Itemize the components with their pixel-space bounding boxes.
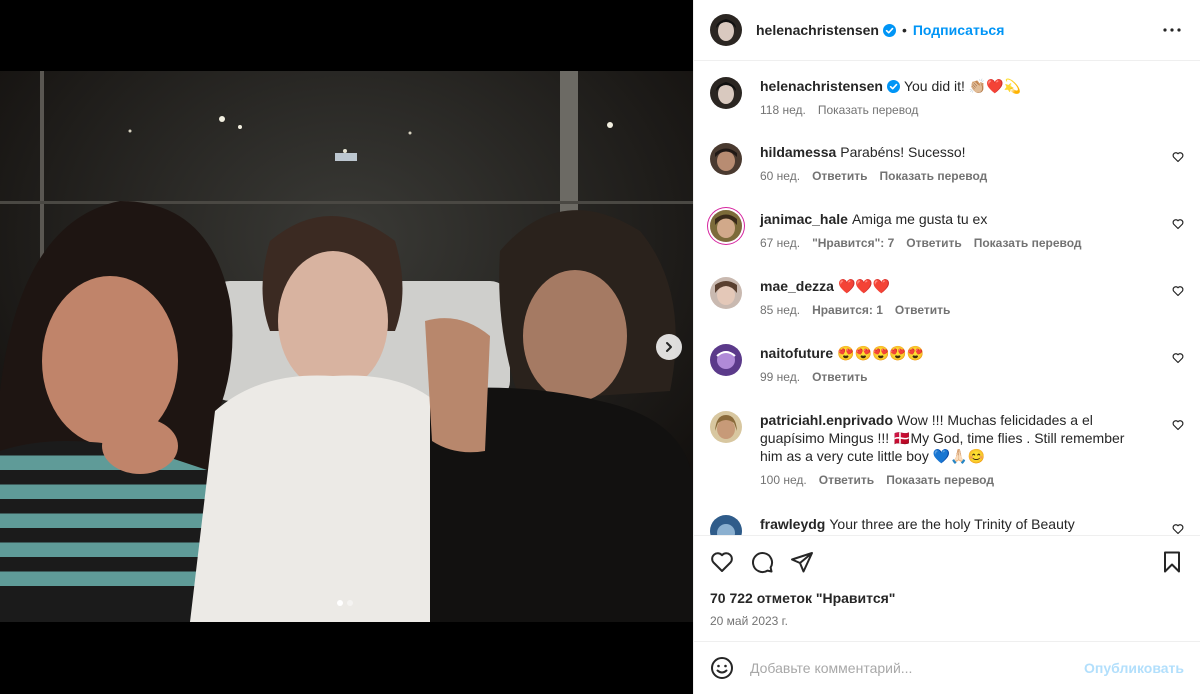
comment-text: Parabéns! Sucesso! [840,144,966,160]
comment-like-heart-icon[interactable] [1172,523,1184,535]
share-send-icon[interactable] [790,550,814,574]
comment-username[interactable]: frawleydg [760,516,825,532]
post-viewer: helenachristensen • Подписаться helenach… [0,0,1200,694]
comment-like-heart-icon[interactable] [1172,285,1184,297]
likes-count[interactable]: 70 722 отметок "Нравится" [710,590,1184,606]
caption-text: You did it! 👏🏼❤️💫 [903,78,1022,94]
post-actions: 70 722 отметок "Нравится" 20 май 2023 г. [694,535,1200,640]
comment-age: 60 нед. [760,169,801,183]
translate-link[interactable]: Показать перевод [880,169,988,183]
media-area [0,0,693,694]
details-panel: helenachristensen • Подписаться helenach… [693,0,1200,694]
comment-likes-count[interactable]: Нравится: 1 [812,303,883,317]
comment-text: ❤️❤️❤️ [837,278,891,294]
caption-age: 118 нед. [760,103,806,117]
comment-age: 100 нед. [760,473,807,487]
reply-button[interactable]: Ответить [819,473,874,487]
follow-button[interactable]: Подписаться [913,22,1005,38]
reply-button[interactable]: Ответить [812,370,867,384]
comment-item: hildamessa Parabéns! Sucesso! 60 нед. Отв… [710,143,1184,210]
comment-username[interactable]: naitofuture [760,345,833,361]
comment-username[interactable]: patriciahl.enprivado [760,412,893,428]
comments-list[interactable]: helenachristensen You did it! 👏🏼❤️💫 118 н… [694,61,1200,535]
comment-text: Amiga me gusta tu ex [851,211,988,227]
bookmark-icon[interactable] [1160,550,1184,574]
next-slide-button[interactable] [656,334,682,360]
comment-username[interactable]: mae_dezza [760,278,834,294]
carousel-dot [347,600,353,606]
emoji-smile-icon[interactable] [710,656,734,680]
verified-badge-icon [886,80,900,93]
comment-avatar[interactable] [710,143,742,175]
author-username[interactable]: helenachristensen [756,22,896,38]
like-heart-icon[interactable] [710,550,734,574]
comment-input[interactable] [750,660,1085,676]
chevron-right-icon [666,342,672,352]
reply-button[interactable]: Ответить [812,169,867,183]
comment-avatar-story[interactable] [710,210,742,242]
comment-item: patriciahl.enprivado Wow !!! Muchas felic… [710,411,1184,515]
caption-username[interactable]: helenachristensen [760,78,900,94]
comment-age: 67 нед. [760,236,801,250]
comment-username[interactable]: janimac_hale [760,211,848,227]
comment-item: naitofuture 😍😍😍😍😍 99 нед. Ответить [710,344,1184,411]
comment-age: 99 нед. [760,370,801,384]
translate-link[interactable]: Показать перевод [974,236,1082,250]
author-avatar[interactable] [710,14,742,46]
comment-avatar[interactable] [710,277,742,309]
post-header: helenachristensen • Подписаться [694,0,1200,61]
caption-translate-link[interactable]: Показать перевод [818,103,919,117]
header-separator: • [901,22,907,38]
caption-avatar[interactable] [710,77,742,109]
comment-avatar[interactable] [710,411,742,443]
add-comment-bar: Опубликовать [694,641,1200,694]
comment-bubble-icon[interactable] [750,550,774,574]
reply-button[interactable]: Ответить [906,236,961,250]
publish-button[interactable]: Опубликовать [1084,660,1184,676]
comment-username[interactable]: hildamessa [760,144,836,160]
comment-text: 😍😍😍😍😍 [837,345,925,361]
comment-like-heart-icon[interactable] [1172,218,1184,230]
post-date: 20 май 2023 г. [710,614,788,628]
post-photo[interactable] [0,71,693,622]
comment-like-heart-icon[interactable] [1172,419,1184,431]
reply-button[interactable]: Ответить [895,303,950,317]
verified-badge-icon [882,24,896,37]
comment-like-heart-icon[interactable] [1172,151,1184,163]
comment-item: mae_dezza ❤️❤️❤️ 85 нед. Нравится: 1 Отве… [710,277,1184,344]
caption: helenachristensen You did it! 👏🏼❤️💫 118 н… [710,77,1184,143]
translate-link[interactable]: Показать перевод [886,473,994,487]
comment-item: frawleydg Your three are the holy Trinity… [710,515,1184,535]
comment-avatar[interactable] [710,515,742,535]
comment-text: Your three are the holy Trinity of Beaut… [829,516,1075,532]
carousel-dot-active [337,600,343,606]
carousel-indicator [337,600,353,606]
comment-likes-count[interactable]: "Нравится": 7 [812,236,894,250]
comment-like-heart-icon[interactable] [1172,352,1184,364]
comment-age: 85 нед. [760,303,801,317]
more-horizontal-icon [1163,28,1181,32]
more-options-button[interactable] [1160,18,1184,42]
photo-image [0,71,693,622]
comment-item: janimac_hale Amiga me gusta tu ex 67 нед.… [710,210,1184,277]
comment-avatar[interactable] [710,344,742,376]
